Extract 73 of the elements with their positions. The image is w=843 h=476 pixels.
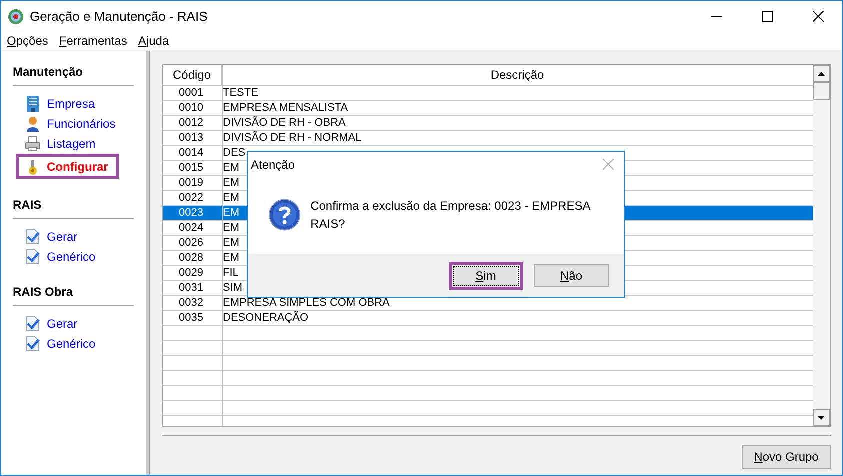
maximize-icon[interactable]	[762, 11, 773, 22]
description-cell: EMPRESA MENSALISTA	[222, 101, 348, 115]
code-cell-text: 0013	[178, 131, 204, 145]
section-heading: RAIS	[13, 196, 134, 219]
section-heading: Manutenção	[13, 63, 134, 86]
description-cell: DES	[222, 146, 246, 160]
code-cell-text: 0019	[178, 176, 204, 190]
down-arrow-icon	[818, 416, 825, 420]
description-cell: SIM	[222, 281, 243, 295]
sidebar-link[interactable]: Gerar	[47, 228, 78, 246]
table-row[interactable]: 0013 DIVISÃO DE RH - NORMAL	[163, 131, 813, 146]
close-icon[interactable]	[813, 11, 824, 22]
code-cell-text: 0023	[178, 206, 204, 220]
printer-icon	[25, 136, 41, 152]
description-cell: FIL	[222, 266, 239, 280]
checkmark-icon	[25, 228, 41, 244]
menu-item[interactable]: Opções	[7, 32, 48, 50]
code-cell-text: 0032	[178, 296, 204, 310]
sidebar-link[interactable]: Gerar	[47, 314, 78, 332]
up-arrow-icon	[818, 72, 825, 76]
description-cell: EM	[222, 251, 240, 265]
description-cell: EM	[222, 206, 240, 220]
code-cell-text: 0015	[178, 161, 204, 175]
description-cell: EM	[222, 191, 240, 205]
sidebar-link[interactable]: Empresa	[47, 94, 96, 112]
code-cell-text: 0028	[178, 251, 204, 265]
description-cell: DESONERAÇÃO	[222, 311, 309, 325]
sidebar-link[interactable]: Listagem	[47, 134, 96, 152]
dialog-button[interactable]: Sim	[453, 266, 519, 286]
new-group-button[interactable]: Novo Grupo	[742, 445, 831, 469]
menu-item[interactable]: Ferramentas	[59, 32, 128, 50]
code-cell-text: 0010	[178, 101, 204, 115]
menu-item[interactable]: Ajuda	[138, 32, 170, 50]
column-header[interactable]: Descrição	[222, 65, 813, 85]
code-cell-text: 0014	[178, 146, 204, 160]
checkmark-icon	[25, 336, 41, 352]
person-icon	[25, 116, 41, 132]
description-cell: EM	[222, 176, 240, 190]
app-icon	[8, 8, 24, 24]
code-cell-text: 0024	[178, 221, 204, 235]
description-cell: EM	[222, 221, 240, 235]
code-cell-text: 0029	[178, 266, 204, 280]
description-cell: EM	[222, 161, 240, 175]
question-icon	[269, 198, 301, 230]
building-icon	[25, 96, 41, 112]
code-cell-text: 0001	[178, 86, 204, 100]
description-cell: EM	[222, 236, 240, 250]
table-row[interactable]: 0035 DESONERAÇÃO	[163, 311, 813, 326]
code-cell-text: 0031	[178, 281, 204, 295]
checkmark-icon	[25, 316, 41, 332]
scroll-up-button[interactable]	[813, 65, 830, 82]
description-cell: DIVISÃO DE RH - OBRA	[222, 116, 346, 130]
code-cell-text: 0012	[178, 116, 204, 130]
description-cell: EMPRESA SIMPLES COM OBRA	[222, 296, 390, 310]
code-cell-text: 0035	[178, 311, 204, 325]
window-title: Geração e Manutenção - RAIS	[30, 8, 208, 26]
code-cell-text: 0026	[178, 236, 204, 250]
dialog-message: Confirma a exclusão da Empresa: 0023 - EMPRESA RAIS?	[310, 198, 592, 232]
sidebar-link[interactable]: Configurar	[47, 158, 108, 176]
sidebar-link[interactable]: Funcionários	[47, 114, 116, 132]
sidebar-link[interactable]: Genérico	[47, 248, 96, 266]
table-row[interactable]: 0012 DIVISÃO DE RH - OBRA	[163, 116, 813, 131]
sidebar-link[interactable]: Genérico	[47, 334, 96, 352]
table-row[interactable]: 0001 TESTE	[163, 86, 813, 101]
checkmark-icon	[25, 248, 41, 264]
section-heading: RAIS Obra	[13, 283, 134, 306]
dialog-button[interactable]: Não	[534, 264, 609, 287]
description-cell: DIVISÃO DE RH - NORMAL	[222, 131, 362, 145]
table-row[interactable]: 0010 EMPRESA MENSALISTA	[163, 101, 813, 116]
code-cell-text: 0022	[178, 191, 204, 205]
scrollbar-thumb[interactable]	[813, 82, 830, 100]
scroll-down-button[interactable]	[813, 409, 830, 426]
description-cell: TESTE	[222, 86, 258, 100]
